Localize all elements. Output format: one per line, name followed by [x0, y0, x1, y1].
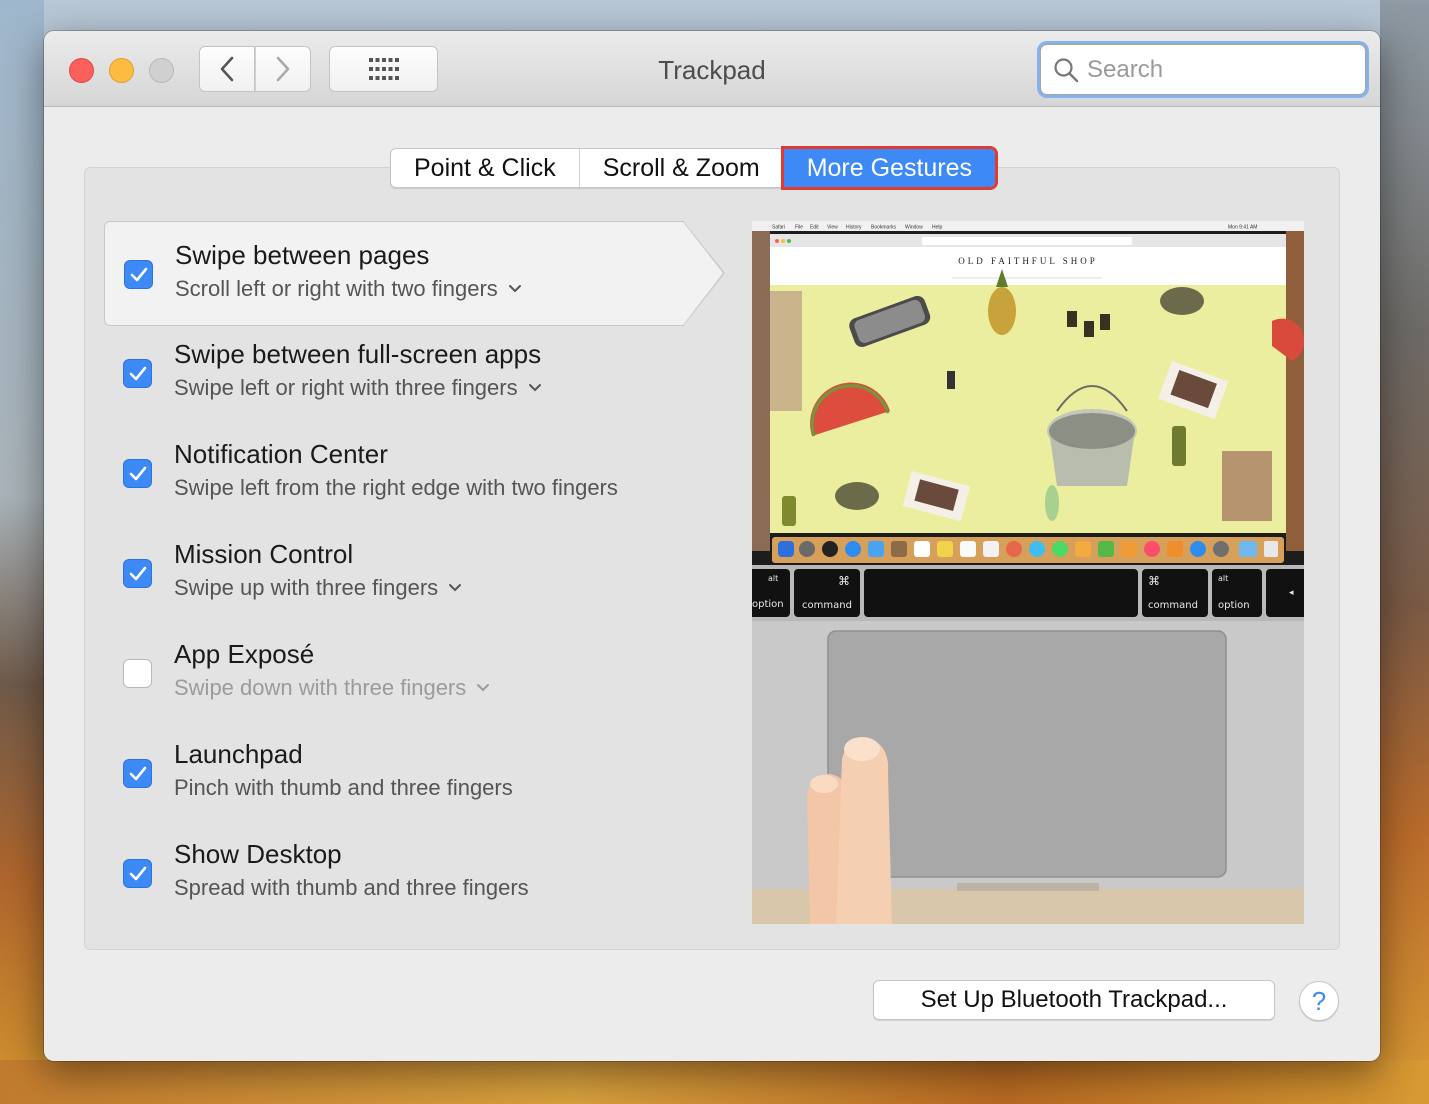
gesture-option-dropdown[interactable]: Swipe up with three fingers: [174, 575, 462, 601]
key-arrow-left: ◂: [1289, 588, 1294, 598]
key-option-left: option: [752, 599, 784, 610]
chevron-down-icon: [528, 383, 542, 393]
search-input[interactable]: [1087, 55, 1337, 84]
checkbox-show-desktop[interactable]: [123, 859, 152, 888]
checkbox-app-expose[interactable]: [123, 659, 152, 688]
gesture-row-swipe-between-pages[interactable]: Swipe between pages Scroll left or right…: [104, 221, 684, 326]
preview-menu-edit: Edit: [810, 225, 819, 231]
chevron-down-icon: [508, 284, 522, 294]
preview-menu-view: View: [827, 225, 838, 231]
preview-menu-window: Window: [905, 225, 923, 231]
gesture-option-dropdown[interactable]: Swipe down with three fingers: [174, 675, 490, 701]
gesture-row-launchpad[interactable]: Launchpad Pinch with thumb and three fin…: [104, 721, 724, 826]
checkmark-icon: [129, 466, 146, 480]
desktop-background-left: [0, 0, 44, 1104]
preview-menu-bookmarks: Bookmarks: [871, 225, 897, 231]
gesture-title: Mission Control: [174, 539, 354, 569]
chevron-down-icon: [476, 683, 490, 693]
key-command-left: command: [802, 600, 852, 611]
gesture-title: Swipe between full-screen apps: [174, 339, 542, 369]
checkmark-icon: [129, 866, 146, 880]
gesture-subtitle: Swipe left or right with three fingers: [174, 375, 518, 400]
key-command-left-symbol: ⌘: [838, 574, 850, 588]
tab-scroll-and-zoom[interactable]: Scroll & Zoom: [580, 149, 784, 187]
checkmark-icon: [129, 766, 146, 780]
gesture-subtitle: Swipe left from the right edge with two …: [174, 475, 618, 500]
search-field[interactable]: [1040, 44, 1366, 95]
key-alt-right-top: alt: [1218, 574, 1228, 583]
checkbox-notification-center[interactable]: [123, 459, 152, 488]
set-up-bluetooth-trackpad-button[interactable]: Set Up Bluetooth Trackpad...: [873, 980, 1275, 1020]
gesture-title: Notification Center: [174, 439, 388, 469]
key-option-right: option: [1218, 600, 1250, 611]
gesture-title: Show Desktop: [174, 839, 342, 869]
gesture-row-show-desktop[interactable]: Show Desktop Spread with thumb and three…: [104, 821, 724, 926]
title-bar: Trackpad: [44, 31, 1380, 107]
preview-menu-help: Help: [932, 225, 943, 231]
checkmark-icon: [129, 566, 146, 580]
gesture-title: Swipe between pages: [175, 240, 430, 270]
checkmark-icon: [130, 267, 147, 281]
checkbox-swipe-between-pages[interactable]: [124, 260, 153, 289]
preview-menu-safari: Safari: [772, 225, 785, 231]
gesture-subtitle: Swipe up with three fingers: [174, 575, 439, 600]
gesture-option-dropdown[interactable]: Swipe left or right with three fingers: [174, 375, 542, 401]
preview-shop-name: OLD FAITHFUL SHOP: [958, 256, 1098, 266]
trackpad-preferences-window: Trackpad Point & Click Scroll & Zoom Mor…: [44, 31, 1380, 1061]
key-alt-left-top: alt: [768, 574, 778, 583]
preview-menu-file: File: [795, 225, 803, 231]
checkbox-swipe-between-full-screen-apps[interactable]: [123, 359, 152, 388]
help-button[interactable]: ?: [1299, 981, 1339, 1021]
preview-clock: Mon 9:41 AM: [1228, 225, 1257, 231]
preview-menu-history: History: [846, 225, 862, 231]
tab-bar: Point & Click Scroll & Zoom More Gesture…: [390, 146, 999, 190]
gesture-subtitle: Spread with thumb and three fingers: [174, 875, 529, 900]
gesture-subtitle: Swipe down with three fingers: [174, 675, 467, 700]
tab-more-gestures[interactable]: More Gestures: [780, 146, 999, 190]
gesture-row-app-expose[interactable]: App Exposé Swipe down with three fingers: [104, 621, 724, 726]
desktop-background-right: [1380, 0, 1429, 1104]
key-command-right-symbol: ⌘: [1148, 574, 1160, 588]
checkbox-mission-control[interactable]: [123, 559, 152, 588]
gesture-row-mission-control[interactable]: Mission Control Swipe up with three fing…: [104, 521, 724, 626]
gesture-title: App Exposé: [174, 639, 315, 669]
desktop-background-bottom: [0, 1060, 1429, 1104]
selection-arrow-fill: [683, 222, 723, 325]
key-command-right: command: [1148, 600, 1198, 611]
gesture-subtitle: Pinch with thumb and three fingers: [174, 775, 513, 800]
checkmark-icon: [129, 366, 146, 380]
gesture-subtitle: Scroll left or right with two fingers: [175, 276, 498, 301]
gesture-preview-illustration: Safari File Edit View History Bookmarks …: [752, 221, 1304, 924]
gesture-row-notification-center[interactable]: Notification Center Swipe left from the …: [104, 421, 724, 526]
checkbox-launchpad[interactable]: [123, 759, 152, 788]
tab-point-and-click[interactable]: Point & Click: [391, 149, 580, 187]
gesture-option-dropdown[interactable]: Scroll left or right with two fingers: [175, 276, 522, 302]
search-icon: [1054, 57, 1079, 82]
gesture-preview-video: Safari File Edit View History Bookmarks …: [752, 221, 1304, 924]
gesture-title: Launchpad: [174, 739, 303, 769]
chevron-down-icon: [448, 583, 462, 593]
gesture-row-swipe-between-full-screen-apps[interactable]: Swipe between full-screen apps Swipe lef…: [104, 321, 724, 426]
